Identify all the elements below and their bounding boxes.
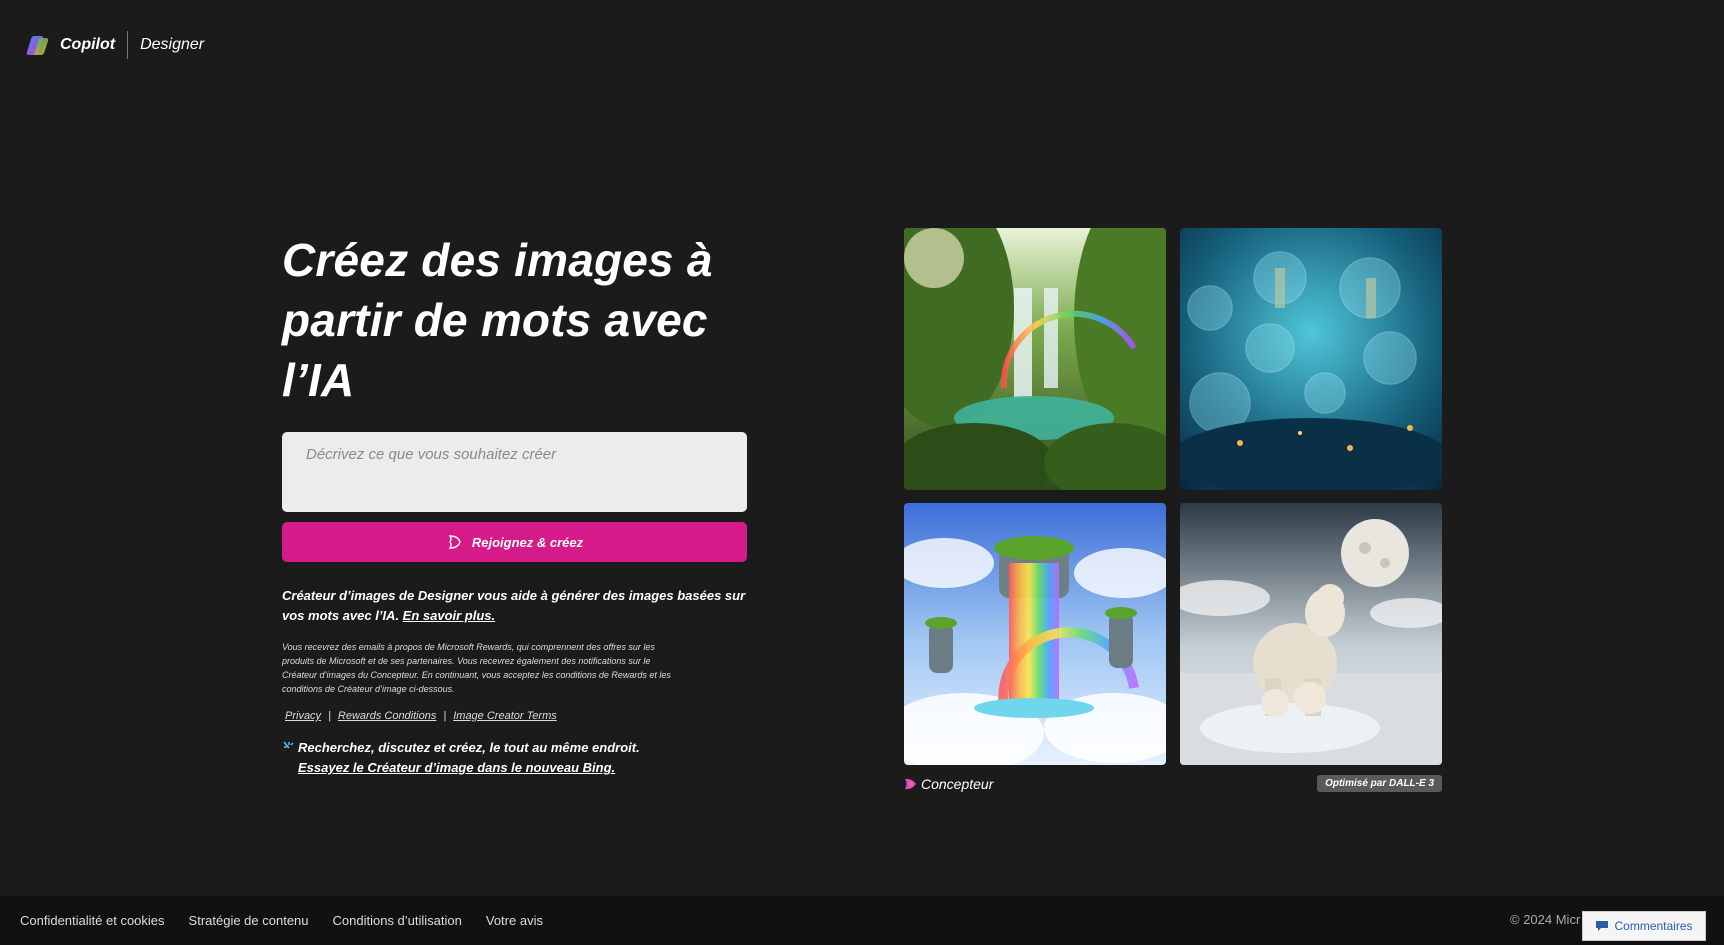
create-icon (448, 535, 461, 549)
copyright: © 2024 Micr (1510, 912, 1581, 927)
join-and-create-button[interactable]: Rejoignez & créez (282, 522, 747, 562)
prompt-input[interactable]: Décrivez ce que vous souhaitez créer (282, 432, 747, 512)
copilot-logo-icon[interactable] (26, 32, 52, 58)
footer-link-privacy-cookies[interactable]: Confidentialité et cookies (20, 913, 165, 928)
gallery-image-jungle-waterfall[interactable] (904, 228, 1166, 490)
brand-name[interactable]: Copilot (60, 36, 115, 54)
header: Copilot Designer (26, 30, 204, 60)
gallery-footer: Concepteur Optimisé par DALL-E 3 (904, 775, 1442, 792)
gallery-image-underwater-city[interactable] (1180, 228, 1442, 490)
description: Créateur d’images de Designer vous aide … (282, 586, 752, 626)
concepteur-label: Concepteur (921, 775, 994, 792)
rewards-conditions-link[interactable]: Rewards Conditions (338, 710, 436, 722)
link-separator: | (443, 710, 447, 722)
promo-text: Recherchez, discutez et créez, le tout a… (298, 740, 640, 755)
footer-link-terms-of-use[interactable]: Conditions d’utilisation (333, 913, 462, 928)
intro-section: Créez des images à partir de mots avec l… (282, 230, 752, 778)
hero-title: Créez des images à partir de mots avec l… (282, 230, 752, 410)
hero-title-line: l’IA (282, 354, 355, 406)
comment-icon (1596, 921, 1609, 931)
page-footer: Confidentialité et cookies Stratégie de … (0, 896, 1724, 945)
feedback-label: Commentaires (1614, 919, 1693, 933)
sparkle-icon (283, 741, 294, 749)
legal-links: Privacy | Rewards Conditions | Image Cre… (282, 710, 752, 722)
footer-link-content-policy[interactable]: Stratégie de contenu (189, 913, 309, 928)
image-gallery: Concepteur Optimisé par DALL-E 3 (904, 228, 1442, 792)
fine-print: Vous recevrez des emails à propos de Mic… (282, 642, 671, 694)
dalle-badge: Optimisé par DALL-E 3 (1317, 775, 1442, 792)
try-bing-link[interactable]: Essayez le Créateur d’image dans le nouv… (298, 760, 615, 775)
concepteur-brand[interactable]: Concepteur (904, 776, 993, 792)
gallery-image-polar-bears[interactable] (1180, 503, 1442, 765)
link-separator: | (328, 710, 331, 722)
gallery-image-floating-islands[interactable] (904, 503, 1166, 765)
hero-title-line: Créez des images à (282, 234, 713, 286)
description-text: Créateur d’images de Designer vous aide … (282, 588, 746, 623)
bing-promo: Recherchez, discutez et créez, le tout a… (282, 738, 752, 778)
privacy-link[interactable]: Privacy (285, 710, 321, 722)
learn-more-link[interactable]: En savoir plus. (403, 608, 495, 623)
prompt-placeholder: Décrivez ce que vous souhaitez créer (306, 446, 557, 463)
product-name[interactable]: Designer (140, 36, 204, 54)
concepteur-logo-icon (905, 778, 916, 789)
header-divider (127, 31, 129, 59)
feedback-button[interactable]: Commentaires (1582, 911, 1706, 941)
hero-title-line: partir de mots avec (282, 294, 708, 346)
image-creator-terms-link[interactable]: Image Creator Terms (453, 710, 557, 722)
footer-link-your-opinion[interactable]: Votre avis (486, 913, 543, 928)
join-button-label: Rejoignez & créez (471, 534, 584, 550)
